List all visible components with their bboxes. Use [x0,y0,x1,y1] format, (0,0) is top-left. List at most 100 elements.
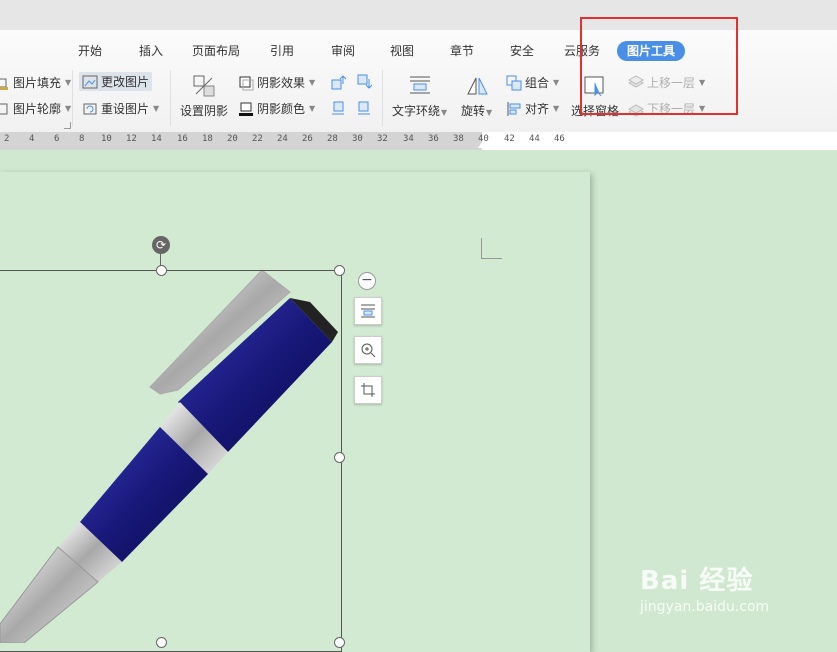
shadow-effect-button[interactable]: 阴影效果 ▼ [238,74,315,91]
change-picture-label: 更改图片 [101,75,150,89]
tab-references[interactable]: 引用 [270,41,294,61]
ruler-number: 36 [428,134,439,144]
resize-handle-top-right[interactable] [334,265,345,276]
ruler-number: 12 [126,134,137,144]
picture-outline-button[interactable]: 图片轮廓 ▼ [0,100,71,117]
rotate-handle-icon[interactable]: ⟳ [152,236,170,254]
tab-review[interactable]: 审阅 [331,41,355,61]
text-wrap-icon [408,74,432,98]
shadow-icon [192,74,216,98]
ruler-number: 2 [4,134,10,144]
ruler-number: 10 [101,134,112,144]
ribbon-divider [170,70,171,126]
ruler-number: 8 [79,134,85,144]
change-picture-button[interactable]: 更改图片 [79,72,153,91]
tab-start[interactable]: 开始 [78,41,102,61]
chevron-down-icon: ▼ [65,104,72,113]
text-wrap-label: 文字环绕 [392,104,441,118]
align-icon [506,101,522,117]
change-picture-icon [82,74,98,90]
ribbon-divider [382,70,383,126]
reset-picture-button[interactable]: 重设图片 ▼ [82,100,159,117]
outline-icon [0,101,10,117]
shadow-effect-icon [238,75,254,91]
nudge-shadow-up-button[interactable] [330,74,347,90]
tab-insert[interactable]: 插入 [139,41,163,61]
text-wrap-button[interactable]: 文字环绕▼ [392,74,447,119]
selection-frame [0,270,342,652]
ruler-number: 46 [554,134,565,144]
picture-outline-label: 图片轮廓 [13,102,62,116]
baidu-watermark: Bai 经验 jingyan.baidu.com [640,560,769,615]
nudge-left-icon [330,100,346,116]
tab-chapter[interactable]: 章节 [450,41,474,61]
layout-options-icon [360,303,376,319]
margin-corner-mark [481,238,502,259]
ruler-number: 34 [403,134,414,144]
zoom-in-icon [360,342,376,358]
set-shadow-label: 设置阴影 [180,104,229,118]
horizontal-ruler[interactable]: 2 4 6 8 10 12 14 16 18 20 22 24 26 28 30… [0,132,837,151]
set-shadow-button[interactable]: 设置阴影 [180,74,228,119]
tab-page-layout[interactable]: 页面布局 [192,41,240,61]
ruler-number: 18 [202,134,213,144]
reset-picture-icon [82,101,98,117]
layout-options-button[interactable] [354,297,382,325]
indent-marker-icon[interactable] [478,142,486,148]
tab-security[interactable]: 安全 [510,41,534,61]
watermark-url: jingyan.baidu.com [640,599,770,615]
ruler-number: 20 [227,134,238,144]
picture-fill-label: 图片填充 [13,76,62,90]
chevron-down-icon: ▼ [486,108,493,117]
zoom-picture-button[interactable] [354,336,382,364]
resize-handle-top[interactable] [156,265,167,276]
align-button[interactable]: 对齐 ▼ [506,100,559,117]
chevron-down-icon: ▼ [553,104,560,113]
nudge-shadow-right-button[interactable] [356,100,372,116]
ruler-number: 38 [453,134,464,144]
ruler-number: 44 [529,134,540,144]
group-expand-icon[interactable] [64,122,71,129]
ruler-number: 6 [54,134,60,144]
crop-button[interactable] [354,376,382,404]
ruler-number: 28 [327,134,338,144]
ruler-number: 30 [352,134,363,144]
chevron-down-icon: ▼ [553,78,560,87]
shadow-color-label: 阴影颜色 [257,102,306,116]
ruler-number: 42 [504,134,515,144]
chevron-down-icon: ▼ [309,104,316,113]
ruler-number: 32 [377,134,388,144]
nudge-down-icon [356,74,373,90]
ruler-number: 16 [177,134,188,144]
ruler-number: 14 [151,134,162,144]
shadow-color-button[interactable]: 阴影颜色 ▼ [238,100,315,117]
chevron-down-icon: ▼ [153,104,160,113]
ruler-number: 24 [277,134,288,144]
rotate-button[interactable]: 旋转▼ [461,74,492,119]
nudge-up-icon [330,74,347,90]
collapse-toolbar-icon[interactable]: − [358,272,376,290]
rotate-label: 旋转 [461,104,486,118]
group-icon [506,75,522,91]
tab-view[interactable]: 视图 [390,41,414,61]
nudge-shadow-down-button[interactable] [356,74,373,90]
nudge-right-icon [356,100,372,116]
paint-bucket-icon [0,75,10,91]
ribbon-divider [72,70,73,126]
chevron-down-icon: ▼ [309,78,316,87]
resize-handle-right[interactable] [334,452,345,463]
group-button[interactable]: 组合 ▼ [506,74,559,91]
watermark-brand: Bai 经验 [640,566,754,596]
ruler-number: 22 [252,134,263,144]
ruler-number: 4 [29,134,35,144]
crop-icon [360,382,376,398]
align-label: 对齐 [525,102,550,116]
chevron-down-icon: ▼ [65,78,72,87]
picture-fill-button[interactable]: 图片填充 ▼ [0,74,71,91]
nudge-shadow-left-button[interactable] [330,100,346,116]
shadow-effect-label: 阴影效果 [257,76,306,90]
group-label: 组合 [525,76,550,90]
chevron-down-icon: ▼ [441,108,448,117]
shadow-color-icon [238,101,254,117]
reset-picture-label: 重设图片 [101,102,150,116]
